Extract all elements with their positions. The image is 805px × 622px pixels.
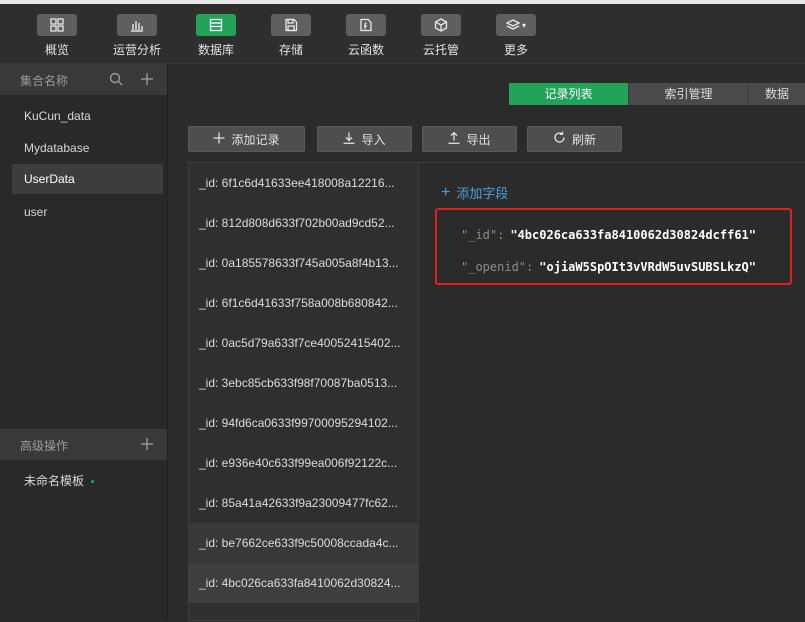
collections-header-title: 集合名称 <box>20 74 69 88</box>
refresh-icon <box>553 131 572 147</box>
view-tabs: 记录列表 索引管理 数据 <box>509 83 805 105</box>
refresh-label: 刷新 <box>571 132 596 147</box>
record-detail-panel: + 添加字段 "_id": "4bc026ca633fa8410062d30824… <box>419 162 805 622</box>
grid-icon <box>50 18 64 32</box>
cube-icon <box>434 18 448 32</box>
tab-data[interactable]: 数据 <box>749 83 805 105</box>
field-key: "_id" <box>461 228 498 242</box>
tab-record-list[interactable]: 记录列表 <box>509 83 629 105</box>
add-template-icon[interactable] <box>139 436 155 452</box>
export-button[interactable]: 导出 <box>422 126 517 152</box>
record-row[interactable]: _id: 6f1c6d41633f758a008b680842... <box>189 283 418 323</box>
database-icon <box>209 18 223 32</box>
record-row[interactable]: _id: 812d808d633f702b00ad9cd52... <box>189 203 418 243</box>
main-panel: 记录列表 索引管理 数据 添加记录 导入 导出 刷新 _id: 6f1c6d41… <box>168 64 805 622</box>
save-icon <box>284 18 298 32</box>
toolbar-label: 存储 <box>278 43 303 57</box>
template-item[interactable]: 未命名模板 <box>12 466 163 496</box>
plus-icon <box>213 132 231 147</box>
field-row-id[interactable]: "_id": "4bc026ca633fa8410062d30824dcff61" <box>461 228 756 242</box>
toolbar-cloud-hosting-button[interactable]: 云托管 <box>411 14 471 58</box>
record-list: _id: 6f1c6d41633ee418008a12216... _id: 8… <box>188 162 419 621</box>
toolbar-label: 云函数 <box>347 43 384 57</box>
top-toolbar: 概览 运营分析 数据库 存储 云函数 云托管 ▾ 更多 <box>0 4 805 64</box>
download-icon <box>343 132 361 147</box>
status-dot <box>91 480 95 484</box>
add-collection-icon[interactable] <box>139 71 155 87</box>
toolbar-label: 运营分析 <box>112 43 161 57</box>
record-row-selected[interactable]: _id: 4bc026ca633fa8410062d30824... <box>189 563 418 603</box>
toolbar-database-button[interactable]: 数据库 <box>186 14 246 58</box>
plus-icon: + <box>441 183 451 201</box>
collection-item-mydatabase[interactable]: Mydatabase <box>12 133 163 163</box>
field-value: "4bc026ca633fa8410062d30824dcff61" <box>510 228 756 242</box>
toolbar-analytics-button[interactable]: 运营分析 <box>107 14 167 58</box>
layers-icon <box>505 18 520 32</box>
add-record-label: 添加记录 <box>231 132 280 147</box>
toolbar-label: 更多 <box>503 43 528 57</box>
record-row[interactable]: _id: 94fd6ca0633f99700095294102... <box>189 403 418 443</box>
advanced-operations-header: 高级操作 <box>0 429 167 460</box>
collection-item-user[interactable]: user <box>12 197 163 227</box>
record-row[interactable]: _id: be7662ce633f9c50008ccada4c... <box>189 523 418 563</box>
collection-item-userdata[interactable]: UserData <box>12 164 163 194</box>
export-label: 导出 <box>466 132 491 147</box>
import-button[interactable]: 导入 <box>317 126 412 152</box>
record-row[interactable]: _id: 6f1c6d41633ee418008a12216... <box>189 163 418 203</box>
record-row[interactable]: _id: 0ac5d79a633f7ce40052415402... <box>189 323 418 363</box>
toolbar-label: 数据库 <box>197 43 234 57</box>
field-value: "ojiaW5SpOIt3vVRdW5uvSUBSLkzQ" <box>539 260 757 274</box>
caret-down-icon: ▾ <box>521 20 526 30</box>
import-label: 导入 <box>361 132 386 147</box>
refresh-button[interactable]: 刷新 <box>527 126 622 152</box>
function-icon <box>359 18 373 32</box>
field-key: "_openid" <box>461 260 527 274</box>
template-item-label: 未命名模板 <box>24 474 85 488</box>
collection-item-kucun-data[interactable]: KuCun_data <box>12 101 163 131</box>
collections-header: 集合名称 <box>0 64 167 95</box>
toolbar-more-button[interactable]: ▾ 更多 <box>486 14 546 58</box>
upload-icon <box>448 131 466 147</box>
toolbar-label: 概览 <box>44 43 69 57</box>
search-icon[interactable] <box>108 71 124 87</box>
toolbar-overview-button[interactable]: 概览 <box>27 14 87 58</box>
field-row-openid[interactable]: "_openid": "ojiaW5SpOIt3vVRdW5uvSUBSLkzQ" <box>461 260 756 274</box>
toolbar-storage-button[interactable]: 存储 <box>261 14 321 58</box>
add-field-label: 添加字段 <box>456 186 509 201</box>
record-row[interactable]: _id: 85a41a42633f9a23009477fc62... <box>189 483 418 523</box>
add-record-button[interactable]: 添加记录 <box>188 126 305 152</box>
add-field-button[interactable]: + 添加字段 <box>441 183 508 202</box>
advanced-operations-title: 高级操作 <box>20 439 69 453</box>
record-row[interactable]: _id: 0a185578633f745a005a8f4b13... <box>189 243 418 283</box>
toolbar-cloud-function-button[interactable]: 云函数 <box>336 14 396 58</box>
bar-chart-icon <box>130 18 144 32</box>
record-row[interactable]: _id: e936e40c633f99ea006f92122c... <box>189 443 418 483</box>
tab-index-management[interactable]: 索引管理 <box>629 83 749 105</box>
collections-sidebar: 集合名称 KuCun_data Mydatabase UserData user… <box>0 64 168 621</box>
record-row[interactable]: _id: 3ebc85cb633f98f70087ba0513... <box>189 363 418 403</box>
toolbar-label: 云托管 <box>422 43 459 57</box>
